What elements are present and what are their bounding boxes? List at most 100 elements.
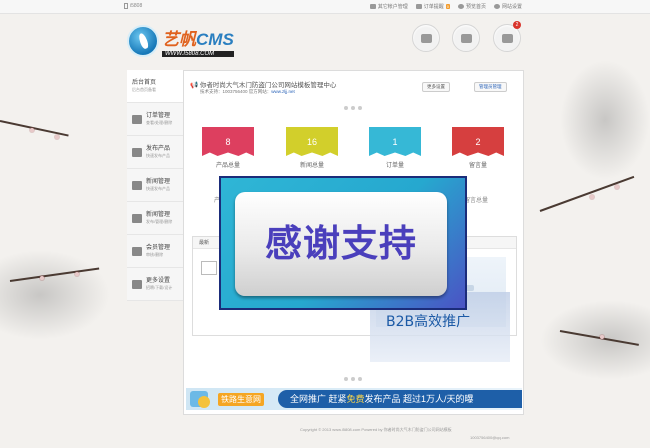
sidebar-item-home[interactable]: 后台首页 后台首页备看 xyxy=(127,70,183,103)
carousel-dots-bottom xyxy=(344,377,362,381)
ad-banner[interactable]: 铁路生意网 全网推广 赶紧免费发布产品 超过1万人/天的曝 xyxy=(186,388,522,410)
blossom xyxy=(75,272,79,276)
cloud-icon xyxy=(457,4,464,9)
carousel-dots xyxy=(344,106,362,110)
sidebar-item-sub: 招聘/下载/设计 xyxy=(146,285,173,290)
blossom xyxy=(600,335,604,339)
footer-email: 1003756400@qq.com xyxy=(470,435,510,440)
branch-right-mid xyxy=(539,175,635,212)
blossom xyxy=(590,195,594,199)
top-link-accounts[interactable]: 其它帐户管理 xyxy=(369,3,408,10)
sidebar-item-sub: 发布/管理/删除 xyxy=(146,219,173,224)
mail-icon xyxy=(132,114,142,124)
support-link[interactable]: www.zljj.net xyxy=(271,89,295,94)
top-link-label: 其它帐户管理 xyxy=(377,4,408,10)
megaphone-icon: 📢 xyxy=(190,82,200,89)
sidebar-item-label: 后台首页 xyxy=(132,80,157,86)
banner-slogan: 全网推广 赶紧免费发布产品 超过1万人/天的曝 xyxy=(278,390,522,408)
mail-icon xyxy=(415,4,422,9)
top-link-label: 预览首页 xyxy=(465,4,486,10)
users-icon xyxy=(132,246,142,256)
banner-tag: 铁路生意网 xyxy=(218,393,264,406)
ink-hill-right xyxy=(540,300,650,380)
sidebar-item-label: 会员管理 xyxy=(146,245,171,251)
promo-overlay[interactable]: 感谢支持 xyxy=(219,176,467,310)
sidebar-item-news-manage[interactable]: 新闻管理 发布/管理/删除 xyxy=(127,202,183,235)
sidebar-item-label: 新闻管理 xyxy=(146,179,171,185)
stat-products[interactable]: 8 产品总量 xyxy=(202,127,254,169)
stat-label: 产品总量 xyxy=(215,163,240,169)
blossom xyxy=(55,135,59,139)
coin-icon xyxy=(198,396,210,408)
top-link-preview[interactable]: 预览首页 xyxy=(457,3,486,10)
sidebar-item-more[interactable]: 更多设置 招聘/下载/设计 xyxy=(127,268,183,301)
site-name[interactable]: i5808 xyxy=(130,3,142,9)
stat-value: 1 xyxy=(369,127,421,156)
logo-title: 艺帆CMS xyxy=(162,30,234,49)
edit-icon xyxy=(132,147,142,157)
top-link-settings[interactable]: 网站设置 xyxy=(493,3,522,10)
newspaper-icon xyxy=(132,213,142,223)
sidebar-item-sub: 快速发布产品 xyxy=(146,186,170,191)
sidebar-item-label: 发布产品 xyxy=(146,146,171,152)
document-icon xyxy=(369,4,376,9)
sidebar-item-sub: 快速发布产品 xyxy=(146,153,170,158)
chat-icon xyxy=(501,33,513,43)
newspaper-icon xyxy=(132,180,142,190)
sidebar-item-news[interactable]: 新闻管理 快速发布产品 xyxy=(127,169,183,202)
header-shipping-button[interactable] xyxy=(452,24,480,52)
sidebar-item-label: 新闻管理 xyxy=(146,212,171,218)
branch-left-top xyxy=(0,120,69,137)
support-text: 技术支持：1003756400 官方网站：www.zljj.net xyxy=(200,89,295,94)
stat-value: 16 xyxy=(286,127,338,156)
top-link-label: 网站设置 xyxy=(501,4,522,10)
stat-label: 新闻总量 xyxy=(299,163,324,169)
sidebar-item-sub: 查看/处理/删除 xyxy=(146,120,173,125)
sidebar-item-label: 更多设置 xyxy=(146,278,171,284)
blossom xyxy=(30,128,34,132)
chart-icon xyxy=(132,279,142,289)
sidebar: 后台首页 后台首页备看 订单管理 查看/处理/删除 发布产品 快速发布产品 新闻管理快… xyxy=(127,70,183,301)
more-settings-button[interactable]: 更多设置 xyxy=(422,82,450,92)
top-link-orders[interactable]: 订单提醒 0 xyxy=(415,3,450,10)
cart-icon xyxy=(201,261,217,275)
top-links: 其它帐户管理 订单提醒 0 预览首页 网站设置 xyxy=(369,3,522,10)
stat-row2-right: 留言总量 xyxy=(464,198,489,204)
sidebar-item-publish[interactable]: 发布产品 快速发布产品 xyxy=(127,136,183,169)
blossom xyxy=(40,276,44,280)
welcome-text: 📢 你者时尚大气木门防盗门公司网站模板管理中心 xyxy=(190,82,337,89)
admin-manage-button[interactable]: 管理员管理 xyxy=(474,82,507,92)
promo-text: 感谢支持 xyxy=(265,222,417,265)
gear-icon xyxy=(493,4,500,9)
sidebar-item-sub: 审核/删除 xyxy=(146,252,164,257)
header-user-button[interactable] xyxy=(412,24,440,52)
ink-hill-left xyxy=(0,250,110,340)
home-icon[interactable] xyxy=(124,3,128,9)
stat-messages[interactable]: 2 留言量 xyxy=(452,127,504,169)
sidebar-item-orders[interactable]: 订单管理 查看/处理/删除 xyxy=(127,103,183,136)
stat-label: 留言量 xyxy=(468,163,487,169)
logo-icon xyxy=(127,25,159,57)
order-count-badge: 0 xyxy=(445,4,450,9)
stat-value: 2 xyxy=(452,127,504,156)
ink-tree-right xyxy=(560,60,650,180)
sidebar-item-members[interactable]: 会员管理 审核/删除 xyxy=(127,235,183,268)
promo-card: 感谢支持 xyxy=(235,192,447,296)
stat-news[interactable]: 16 新闻总量 xyxy=(286,127,338,169)
user-icon xyxy=(420,33,432,43)
message-badge: 2 xyxy=(513,21,521,29)
top-bar: i5808 其它帐户管理 订单提醒 0 预览首页 网站设置 xyxy=(0,0,650,14)
footer-copyright: Copyright © 2013 www.i5808.com Powered b… xyxy=(300,427,452,432)
stat-orders[interactable]: 1 订单量 xyxy=(369,127,421,169)
truck-icon xyxy=(460,33,472,43)
promo-side-text-2: B2B高效推广 xyxy=(386,314,471,330)
header-messages-button[interactable]: 2 xyxy=(493,21,521,52)
sidebar-item-label: 订单管理 xyxy=(146,113,171,119)
stat-value: 8 xyxy=(202,127,254,156)
stat-label: 订单量 xyxy=(385,163,404,169)
sidebar-item-sub: 后台首页备看 xyxy=(132,87,156,92)
logo-url: WWW.I5808.COM xyxy=(162,51,234,57)
blossom xyxy=(615,185,619,189)
logo[interactable]: 艺帆CMS WWW.I5808.COM xyxy=(127,25,234,57)
top-link-label: 订单提醒 xyxy=(423,4,444,10)
